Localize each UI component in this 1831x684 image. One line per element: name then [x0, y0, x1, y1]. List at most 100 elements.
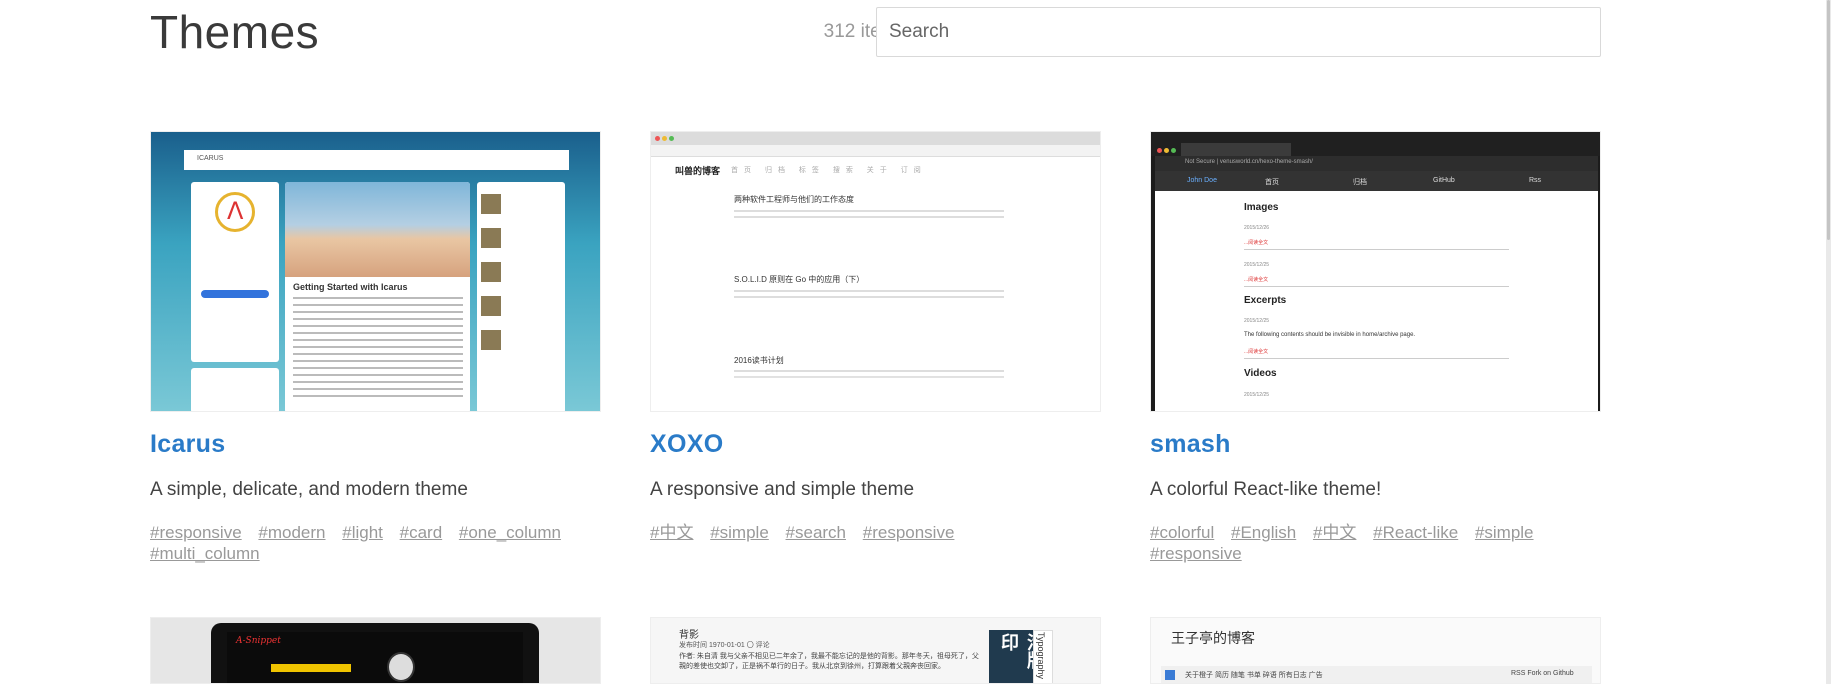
thumb-heading: 背影 — [679, 630, 699, 641]
thumb-nav-item: Rss — [1529, 177, 1542, 184]
thumb-links-card — [191, 368, 279, 411]
theme-title-link[interactable]: XOXO — [650, 430, 723, 459]
tag-link[interactable]: #multi_column — [150, 544, 260, 563]
thumb-browser-tabs — [651, 132, 1100, 145]
thumb-book-spine-title: Typography — [1036, 632, 1046, 680]
thumb-divider — [1244, 249, 1509, 250]
thumb-sidebar-image — [481, 296, 501, 316]
theme-thumbnail[interactable]: 背影 发布时间 1970-01-01 〇 评论 作者: 朱自清 我与父亲不相见已… — [650, 617, 1101, 684]
tag-link[interactable]: #responsive — [150, 523, 242, 542]
thumb-nav-item: 归档 — [1353, 179, 1367, 186]
thumb-heading: Images — [1244, 202, 1279, 213]
tag-link[interactable]: #中文 — [650, 523, 693, 542]
theme-card: 背影 发布时间 1970-01-01 〇 评论 作者: 朱自清 我与父亲不相见已… — [650, 617, 1101, 684]
thumb-sidebar-image — [481, 262, 501, 282]
theme-title-link[interactable]: Icarus — [150, 430, 225, 459]
thumb-avatar — [387, 652, 415, 682]
theme-tags: #colorful #English #中文 #React-like #simp… — [1150, 522, 1601, 564]
theme-title-link[interactable]: smash — [1150, 430, 1231, 459]
thumb-divider — [1244, 358, 1509, 359]
thumb-read-more: ...阅读全文 — [1244, 240, 1269, 246]
theme-card: 叫兽的博客 首页 归档 标签 搜索 关于 订阅 两种软件工程师与他们的工作态度 … — [650, 131, 1101, 542]
thumb-read-more: ...阅读全文 — [1244, 277, 1269, 283]
thumb-sidebar-image — [481, 330, 501, 350]
thumb-nav-right: RSS Fork on Github — [1511, 670, 1574, 677]
thumb-nav-item: GitHub — [1433, 177, 1455, 184]
thumb-text: 作者: 朱自清 我与父亲不相见已二年余了，我最不能忘记的是他的背影。那年冬天，祖… — [679, 653, 979, 670]
thumb-nav-item: John Doe — [1187, 177, 1217, 184]
tag-link[interactable]: #light — [342, 523, 383, 542]
thumb-window-dot — [662, 136, 667, 141]
thumb-fade — [651, 372, 1100, 411]
thumb-date: 2015/12/25 — [1244, 262, 1270, 268]
tag-link[interactable]: #colorful — [1150, 523, 1214, 542]
thumb-text-lines — [734, 290, 1004, 302]
thumb-post-heading: 2016读书计划 — [734, 356, 784, 365]
tag-link[interactable]: #English — [1231, 523, 1296, 542]
thumb-window-dot — [1171, 148, 1176, 153]
theme-card: A-Snippet — [150, 617, 601, 684]
thumb-nav: 首页 归档 标签 搜索 关于 订阅 — [731, 167, 927, 174]
thumb-nav-item: 首页 — [1265, 179, 1279, 186]
thumb-avatar — [215, 192, 255, 232]
theme-description: A colorful React-like theme! — [1150, 479, 1382, 500]
thumb-heading: Videos — [1244, 368, 1277, 379]
thumb-date: 发布时间 1970-01-01 〇 评论 — [679, 642, 770, 649]
tag-link[interactable]: #card — [400, 523, 443, 542]
tag-link[interactable]: #responsive — [1150, 544, 1242, 563]
tag-link[interactable]: #simple — [1475, 523, 1534, 542]
thumb-heading: 王子亭的博客 — [1171, 630, 1255, 646]
theme-tags: #responsive #modern #light #card #one_co… — [150, 522, 601, 564]
thumb-heading: Excerpts — [1244, 295, 1287, 306]
tag-link[interactable]: #search — [786, 523, 846, 542]
thumb-date: 2015/12/26 — [1244, 225, 1270, 231]
thumb-date: 2015/12/25 — [1244, 392, 1270, 398]
tag-link[interactable]: #中文 — [1313, 523, 1356, 542]
thumb-post-heading: 两种软件工程师与他们的工作态度 — [734, 195, 854, 204]
thumb-read-more: ...阅读全文 — [1244, 349, 1269, 355]
theme-card: ICARUS Getting Started with Icarus Icaru… — [150, 131, 601, 563]
thumb-sidebar-image — [481, 228, 501, 248]
thumb-nav-icon — [1165, 670, 1175, 680]
thumb-urlbar — [651, 145, 1100, 157]
search-input[interactable] — [876, 7, 1601, 57]
tag-link[interactable]: #simple — [710, 523, 769, 542]
thumb-nav: 关于橙子 简历 随笔 书单 碎语 所有日志 广告 — [1185, 672, 1323, 679]
thumb-logo: A-Snippet — [236, 636, 281, 646]
tag-link[interactable]: #one_column — [459, 523, 561, 542]
thumb-page — [1155, 191, 1598, 411]
page-header: Themes 312 items — [150, 0, 1601, 70]
thumb-window-dot — [669, 136, 674, 141]
thumb-url: Not Secure | venusworld.cn/hexo-theme-sm… — [1185, 159, 1313, 165]
thumb-text-lines — [734, 210, 1004, 222]
thumb-post-heading: S.O.L.I.D 原则在 Go 中的应用（下） — [734, 275, 865, 284]
theme-description: A responsive and simple theme — [650, 479, 915, 500]
thumb-date: 2015/12/25 — [1244, 318, 1270, 324]
theme-thumbnail[interactable]: 王子亭的博客 关于橙子 简历 随笔 书单 碎语 所有日志 广告 RSS Fork… — [1150, 617, 1601, 684]
theme-thumbnail[interactable]: ICARUS Getting Started with Icarus — [150, 131, 601, 412]
thumb-post-title: Getting Started with Icarus — [293, 282, 408, 292]
thumb-window-dot — [655, 136, 660, 141]
tag-link[interactable]: #responsive — [863, 523, 955, 542]
scrollbar-thumb[interactable] — [1827, 0, 1830, 240]
theme-card: 王子亭的博客 关于橙子 简历 随笔 书单 碎语 所有日志 广告 RSS Fork… — [1150, 617, 1601, 684]
page-title: Themes — [150, 6, 320, 58]
theme-thumbnail[interactable]: A-Snippet — [150, 617, 601, 684]
theme-thumbnail[interactable]: 叫兽的博客 首页 归档 标签 搜索 关于 订阅 两种软件工程师与他们的工作态度 … — [650, 131, 1101, 412]
theme-tags: #中文 #simple #search #responsive — [650, 522, 1101, 543]
thumb-text: The following contents should be invisib… — [1244, 332, 1416, 338]
thumb-window-dot — [1157, 148, 1162, 153]
thumb-sidebar-image — [481, 194, 501, 214]
thumb-window-dot — [1164, 148, 1169, 153]
tag-link[interactable]: #React-like — [1373, 523, 1458, 542]
tag-link[interactable]: #modern — [258, 523, 325, 542]
thumb-brand: 叫兽的博客 — [675, 166, 721, 176]
theme-description: A simple, delicate, and modern theme — [150, 479, 468, 500]
thumb-cover-image — [285, 182, 470, 277]
theme-card: Not Secure | venusworld.cn/hexo-theme-sm… — [1150, 131, 1601, 563]
thumb-logo: ICARUS — [197, 155, 224, 162]
thumb-follow-button — [201, 290, 269, 298]
theme-thumbnail[interactable]: Not Secure | venusworld.cn/hexo-theme-sm… — [1150, 131, 1601, 412]
thumb-banner — [271, 664, 351, 672]
thumb-text-lines — [293, 297, 463, 397]
